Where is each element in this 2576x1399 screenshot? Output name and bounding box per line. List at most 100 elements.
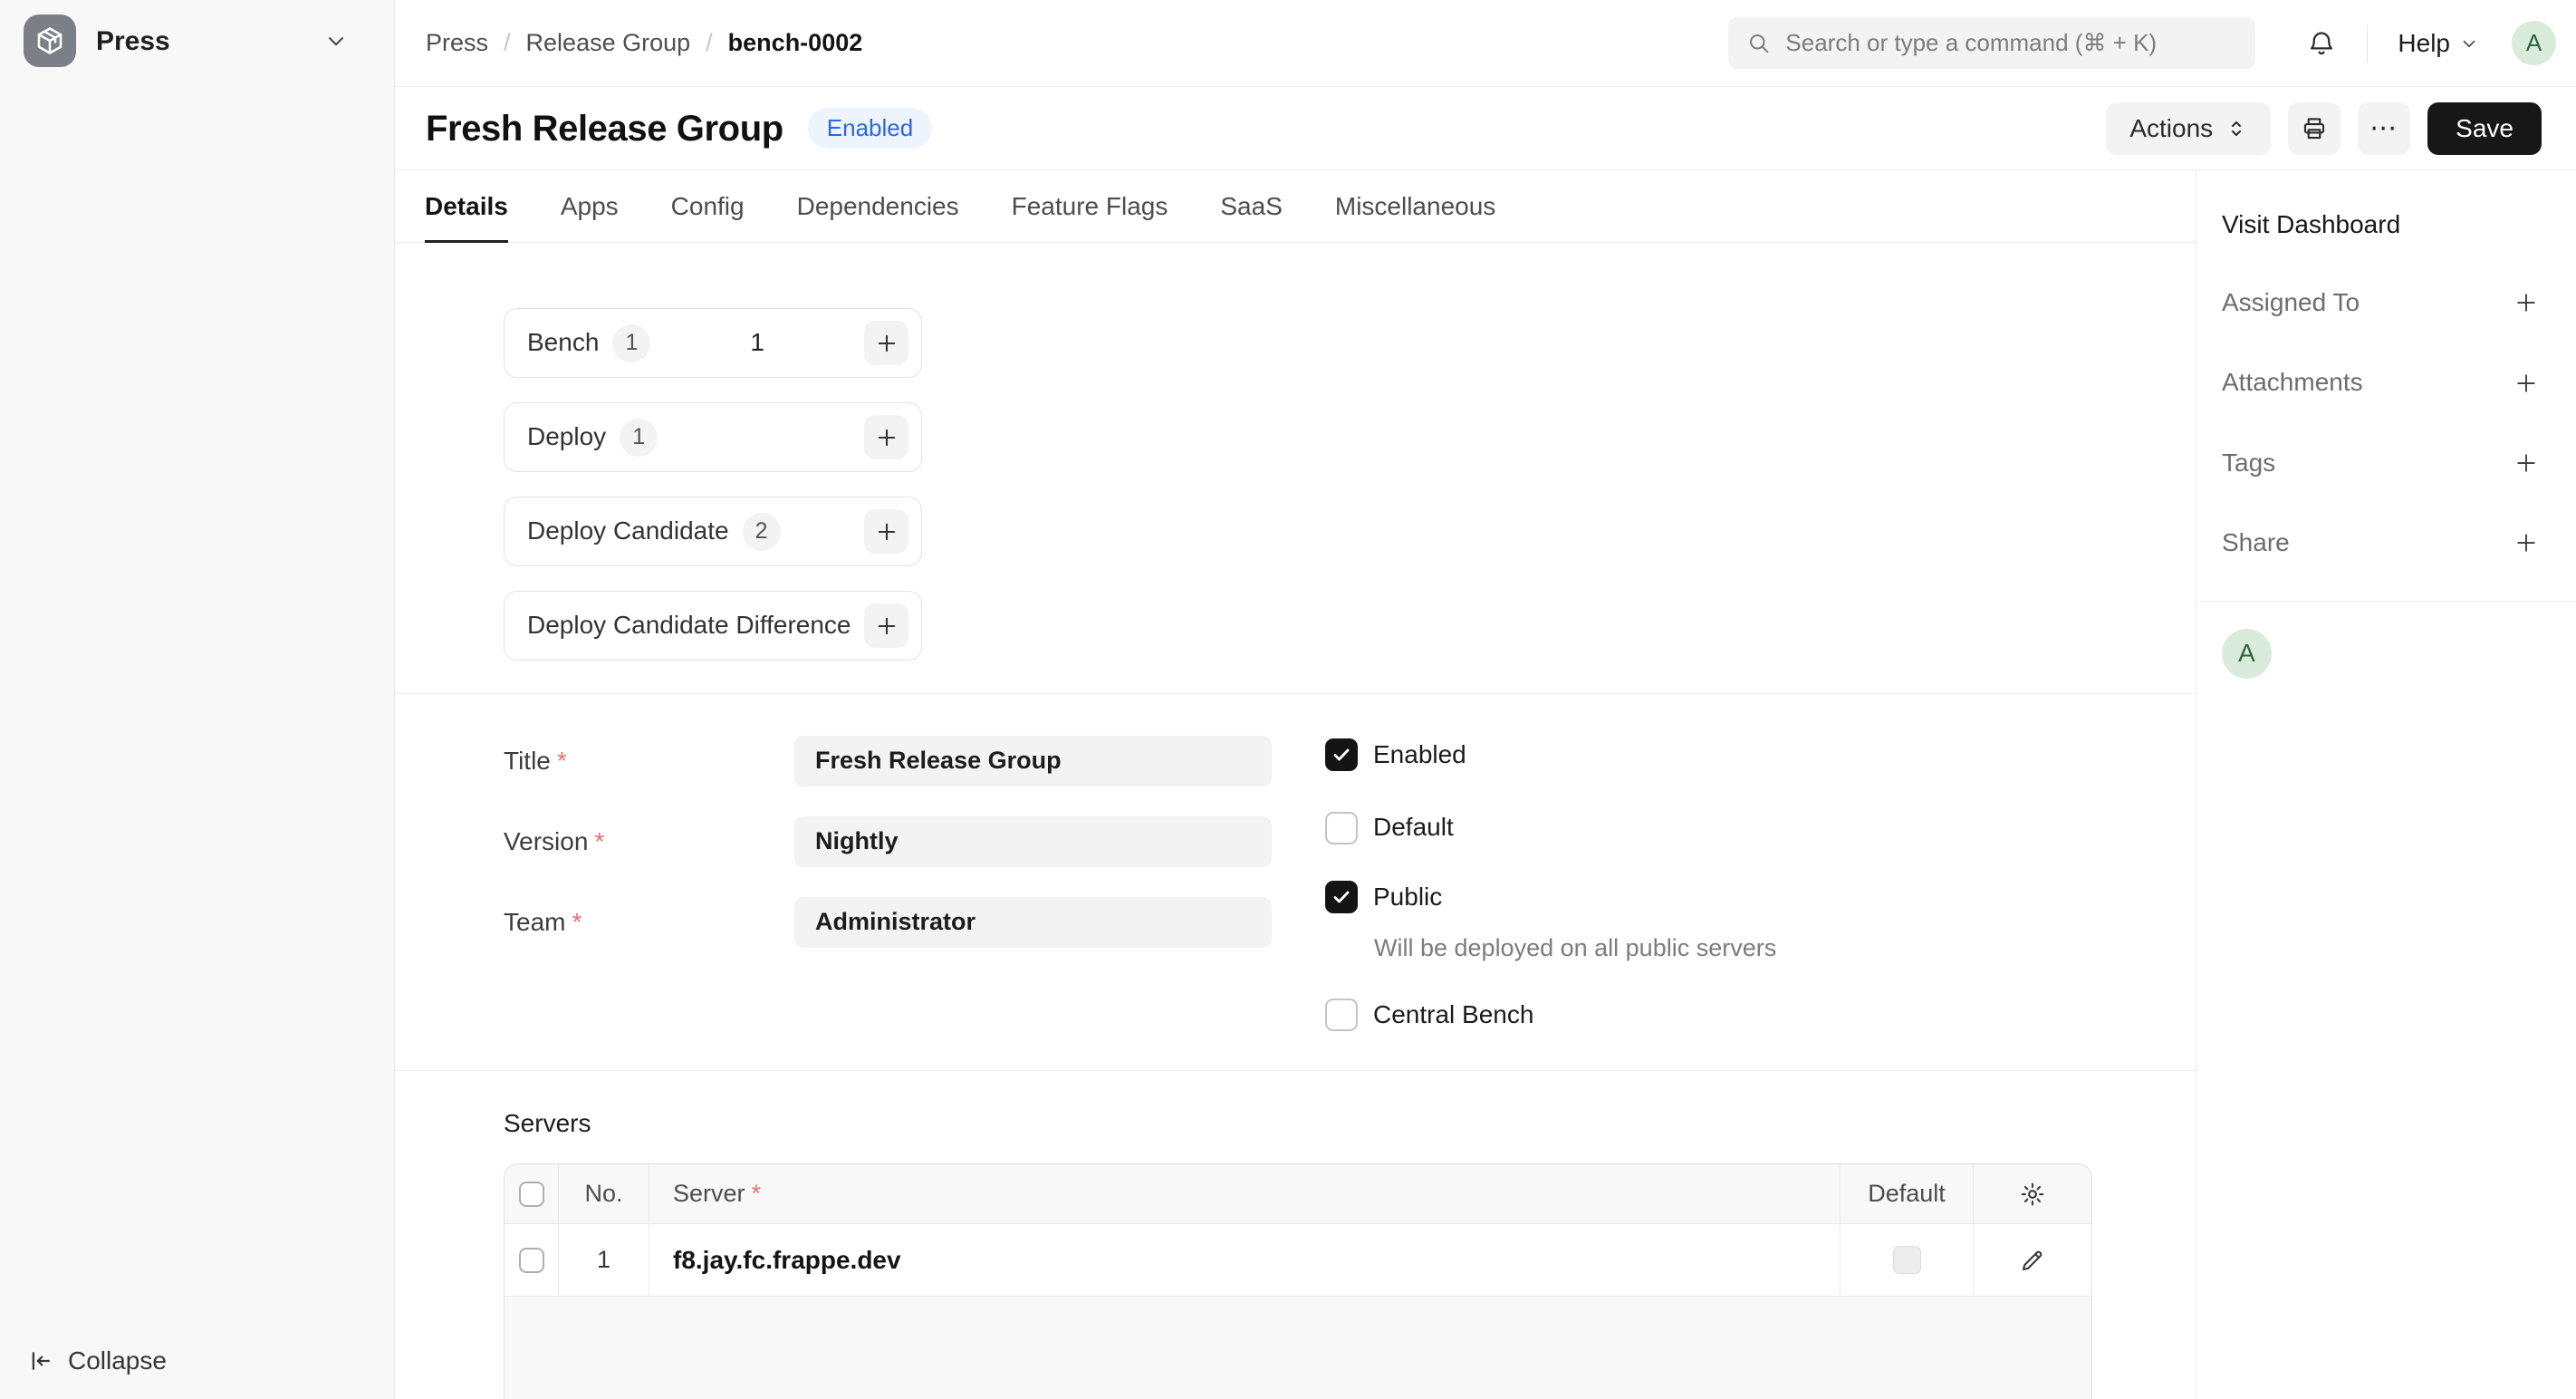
server-cell[interactable]: f8.jay.fc.frappe.dev [649, 1224, 1841, 1296]
search-icon [1746, 31, 1772, 56]
public-checkbox-label: Public [1373, 881, 1442, 913]
add-assignment-button[interactable] [2513, 289, 2540, 316]
server-table-row: 1 f8.jay.fc.frappe.dev [505, 1224, 2091, 1297]
plus-icon [874, 613, 899, 639]
enabled-checkbox-label: Enabled [1373, 738, 1466, 771]
default-checkbox-label: Default [1373, 811, 1454, 844]
tab-apps[interactable]: Apps [561, 170, 619, 242]
connection-count-badge: 2 [743, 513, 781, 551]
connection-value: 1 [650, 326, 864, 359]
connection-label: Bench [527, 326, 599, 359]
chevron-down-icon [323, 28, 349, 53]
central-bench-checkbox-label: Central Bench [1373, 999, 1533, 1031]
required-marker: * [557, 747, 567, 775]
press-logo-icon [24, 14, 76, 67]
save-button[interactable]: Save [2427, 102, 2542, 155]
edit-row-button[interactable] [2019, 1247, 2046, 1274]
print-button[interactable] [2288, 102, 2341, 155]
share-row[interactable]: Share [2222, 526, 2540, 559]
field-row-title: Title* Fresh Release Group [504, 736, 1272, 786]
tab-dependencies[interactable]: Dependencies [797, 170, 959, 242]
share-button[interactable] [2513, 529, 2540, 556]
status-badge: Enabled [808, 108, 932, 149]
connection-card-deploy[interactable]: Deploy 1 [504, 402, 922, 472]
body-row: Details Apps Config Dependencies Feature… [395, 170, 2576, 1399]
search-input[interactable] [1785, 29, 2237, 57]
press-app-window: Press Collapse Press / Release Group / b… [0, 0, 2576, 1399]
visit-dashboard-link[interactable]: Visit Dashboard [2222, 210, 2540, 239]
plus-icon [874, 519, 899, 545]
tab-miscellaneous[interactable]: Miscellaneous [1335, 170, 1495, 242]
collapse-sidebar-button[interactable]: Collapse [0, 1346, 394, 1375]
public-checkbox[interactable] [1325, 881, 1358, 913]
connections-section: Bench 1 1 Deploy 1 [395, 243, 2196, 694]
topbar: Press / Release Group / bench-0002 [395, 0, 2576, 87]
central-bench-checkbox-row[interactable]: Central Bench [1325, 999, 1776, 1031]
details-form-section: Title* Fresh Release Group Version* Nigh… [395, 694, 2196, 1071]
add-deploy-candidate-difference-button[interactable] [864, 603, 908, 648]
servers-table: No. Server* Default [504, 1163, 2092, 1399]
add-deploy-button[interactable] [864, 415, 908, 459]
default-checkbox[interactable] [1325, 812, 1358, 844]
page-header: Fresh Release Group Enabled Actions [395, 87, 2576, 170]
assigned-to-row[interactable]: Assigned To [2222, 286, 2540, 319]
select-all-checkbox[interactable] [519, 1182, 544, 1207]
connection-card-deploy-candidate-difference[interactable]: Deploy Candidate Difference [504, 591, 922, 661]
enabled-checkbox[interactable] [1325, 738, 1358, 771]
add-attachment-button[interactable] [2513, 370, 2540, 397]
field-row-team: Team* Administrator [504, 897, 1272, 948]
enabled-checkbox-row[interactable]: Enabled [1325, 738, 1776, 771]
field-row-version: Version* Nightly [504, 816, 1272, 867]
default-cell-checkbox[interactable] [1893, 1246, 1921, 1274]
tab-details[interactable]: Details [425, 170, 508, 242]
user-avatar[interactable]: A [2512, 21, 2556, 65]
workspace-switcher[interactable]: Press [0, 14, 394, 67]
help-menu-button[interactable]: Help [2398, 29, 2479, 58]
default-checkbox-row[interactable]: Default [1325, 811, 1776, 844]
share-label: Share [2222, 526, 2290, 559]
connection-label: Deploy Candidate [527, 515, 729, 547]
tab-config[interactable]: Config [671, 170, 745, 242]
breadcrumb-press[interactable]: Press [426, 27, 488, 59]
connection-card-bench[interactable]: Bench 1 1 [504, 308, 922, 378]
tags-row[interactable]: Tags [2222, 447, 2540, 479]
column-header-server: Server* [649, 1164, 1841, 1223]
version-field[interactable]: Nightly [794, 816, 1272, 867]
add-tag-button[interactable] [2513, 449, 2540, 477]
central-bench-checkbox[interactable] [1325, 999, 1358, 1031]
title-field-label: Title* [504, 745, 794, 777]
gear-icon [2019, 1181, 2046, 1208]
public-checkbox-row[interactable]: Public [1325, 881, 1776, 913]
notifications-button[interactable] [2306, 28, 2337, 59]
team-field[interactable]: Administrator [794, 897, 1272, 948]
assigned-to-label: Assigned To [2222, 286, 2360, 319]
connection-label: Deploy [527, 420, 606, 453]
connection-card-deploy-candidate[interactable]: Deploy Candidate 2 [504, 497, 922, 566]
more-options-button[interactable]: ⋯ [2358, 102, 2410, 155]
actions-dropdown-button[interactable]: Actions [2106, 102, 2271, 155]
attachments-label: Attachments [2222, 366, 2363, 399]
row-number: 1 [559, 1224, 649, 1296]
tab-feature-flags[interactable]: Feature Flags [1012, 170, 1168, 242]
global-search[interactable] [1728, 17, 2255, 69]
attachments-row[interactable]: Attachments [2222, 366, 2540, 399]
printer-icon [2301, 115, 2328, 142]
column-header-default: Default [1841, 1164, 1974, 1223]
table-settings-button[interactable] [2019, 1181, 2046, 1208]
tab-saas[interactable]: SaaS [1220, 170, 1283, 242]
title-field[interactable]: Fresh Release Group [794, 736, 1272, 786]
breadcrumb-release-group[interactable]: Release Group [526, 27, 691, 59]
add-bench-button[interactable] [864, 321, 908, 365]
document-side-panel: Visit Dashboard Assigned To Attachments … [2196, 170, 2576, 1399]
pencil-icon [2019, 1247, 2046, 1274]
add-deploy-candidate-button[interactable] [864, 509, 908, 554]
tags-label: Tags [2222, 447, 2275, 479]
connection-count-badge: 1 [620, 419, 658, 457]
required-marker: * [594, 827, 604, 855]
breadcrumb-current: bench-0002 [728, 27, 863, 59]
column-header-no: No. [559, 1164, 649, 1223]
content-column: Details Apps Config Dependencies Feature… [395, 170, 2196, 1399]
row-select-checkbox[interactable] [519, 1248, 544, 1273]
header-actions: Actions ⋯ Save [2106, 102, 2542, 155]
servers-section-label: Servers [504, 1107, 2196, 1140]
